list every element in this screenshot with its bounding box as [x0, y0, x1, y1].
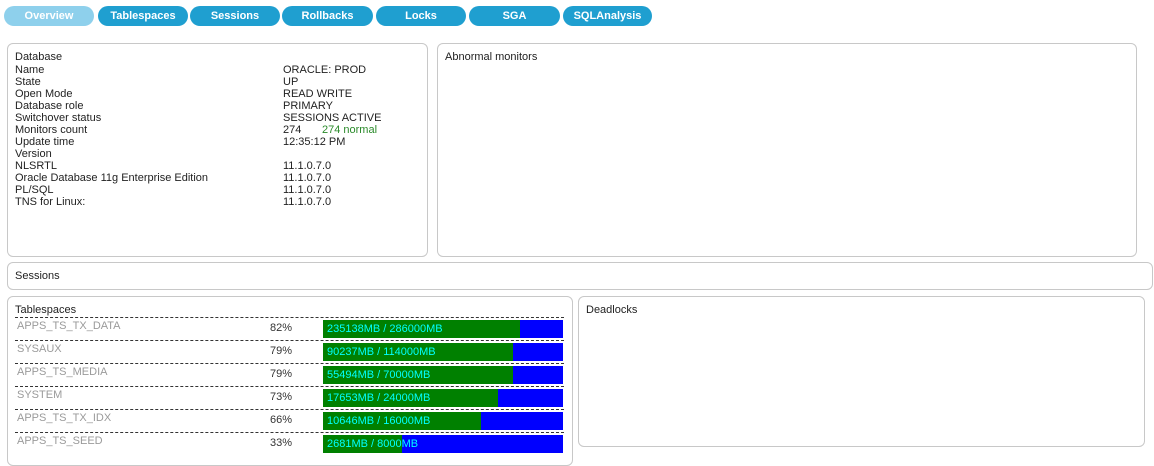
tablespace-row: APPS_TS_MEDIA 79% 55494MB / 70000MB [15, 363, 564, 386]
db-switchover-label: Switchover status [15, 112, 102, 124]
usage-bar: 17653MB / 24000MB [323, 389, 563, 407]
usage-bar: 235138MB / 286000MB [323, 320, 563, 338]
db-update-row: Update time 12:35:12 PM [15, 136, 415, 148]
tablespace-name: APPS_TS_MEDIA [17, 366, 108, 378]
tab-tablespaces[interactable]: Tablespaces [98, 6, 188, 26]
tab-sga[interactable]: SGA [469, 6, 560, 26]
tablespace-percent: 73% [270, 391, 293, 403]
db-version-value: 11.1.0.7.0 [283, 160, 332, 172]
db-role-value: PRIMARY [283, 100, 333, 112]
db-version-row: Version [15, 148, 415, 160]
usage-bar: 10646MB / 16000MB [323, 412, 563, 430]
deadlocks-panel: Deadlocks [578, 296, 1145, 447]
tablespaces-panel: Tablespaces APPS_TS_TX_DATA 82% 235138MB… [7, 296, 573, 466]
db-version-label: Version [15, 148, 52, 160]
tablespace-name: SYSAUX [17, 343, 62, 355]
tab-sessions[interactable]: Sessions [190, 6, 280, 26]
tablespace-row: APPS_TS_TX_IDX 66% 10646MB / 16000MB [15, 409, 564, 432]
tablespace-row: APPS_TS_SEED 33% 2681MB / 8000MB [15, 432, 564, 455]
db-open-mode-label: Open Mode [15, 88, 73, 100]
db-role-row: Database role PRIMARY [15, 100, 415, 112]
usage-text: 55494MB / 70000MB [327, 369, 431, 381]
usage-bar: 90237MB / 114000MB [323, 343, 563, 361]
db-version-value: 11.1.0.7.0 [283, 196, 332, 208]
sessions-title: Sessions [15, 270, 60, 282]
tablespaces-title: Tablespaces [15, 304, 77, 316]
db-update-label: Update time [15, 136, 75, 148]
usage-text: 90237MB / 114000MB [327, 346, 436, 358]
db-version-name: Oracle Database 11g Enterprise Edition [15, 172, 209, 184]
usage-bar: 55494MB / 70000MB [323, 366, 563, 384]
db-name-label: Name [15, 64, 45, 76]
db-monitors-normal: 274 normal [322, 124, 378, 136]
deadlocks-title: Deadlocks [586, 304, 638, 316]
db-version-name: PL/SQL [15, 184, 54, 196]
tablespace-name: APPS_TS_SEED [17, 435, 103, 447]
db-name-value: ORACLE: PROD [283, 64, 367, 76]
tablespace-row: SYSAUX 79% 90237MB / 114000MB [15, 340, 564, 363]
db-update-value: 12:35:12 PM [283, 136, 346, 148]
row-divider [15, 386, 564, 387]
db-version-value: 11.1.0.7.0 [283, 184, 332, 196]
tablespace-name: APPS_TS_TX_IDX [17, 412, 112, 424]
tab-overview[interactable]: Overview [4, 6, 94, 26]
database-title: Database [15, 51, 63, 63]
db-monitors-row: Monitors count 274 274 normal [15, 124, 415, 136]
row-divider [15, 317, 564, 318]
database-panel: Database Name ORACLE: PROD State UP Open… [7, 43, 428, 257]
db-version-item: NLSRTL 11.1.0.7.0 [15, 160, 415, 172]
db-version-item: TNS for Linux: 11.1.0.7.0 [15, 196, 415, 208]
db-open-mode-value: READ WRITE [283, 88, 353, 100]
tab-sqlanalysis[interactable]: SQLAnalysis [563, 6, 652, 26]
tab-locks[interactable]: Locks [376, 6, 466, 26]
db-switchover-value: SESSIONS ACTIVE [283, 112, 382, 124]
db-version-item: Oracle Database 11g Enterprise Edition 1… [15, 172, 415, 184]
db-state-value: UP [283, 76, 299, 88]
tablespace-row: SYSTEM 73% 17653MB / 24000MB [15, 386, 564, 409]
tablespace-name: SYSTEM [17, 389, 63, 401]
db-state-row: State UP [15, 76, 415, 88]
db-open-mode-row: Open Mode READ WRITE [15, 88, 415, 100]
tablespace-percent: 79% [270, 368, 293, 380]
db-version-name: TNS for Linux: [15, 196, 86, 208]
row-divider [15, 340, 564, 341]
usage-text: 10646MB / 16000MB [327, 415, 431, 427]
tablespace-percent: 33% [270, 437, 293, 449]
tablespace-percent: 79% [270, 345, 293, 357]
db-role-label: Database role [15, 100, 84, 112]
tablespace-name: APPS_TS_TX_DATA [17, 320, 121, 332]
db-version-item: PL/SQL 11.1.0.7.0 [15, 184, 415, 196]
usage-bar: 2681MB / 8000MB [323, 435, 563, 453]
db-version-value: 11.1.0.7.0 [283, 172, 332, 184]
db-version-name: NLSRTL [15, 160, 57, 172]
db-name-row: Name ORACLE: PROD [15, 64, 415, 76]
db-switchover-row: Switchover status SESSIONS ACTIVE [15, 112, 415, 124]
usage-text: 2681MB / 8000MB [327, 438, 419, 450]
tablespace-percent: 82% [270, 322, 293, 334]
db-monitors-label: Monitors count [15, 124, 88, 136]
tablespace-percent: 66% [270, 414, 293, 426]
db-state-label: State [15, 76, 41, 88]
abnormal-monitors-panel: Abnormal monitors [437, 43, 1137, 257]
usage-text: 17653MB / 24000MB [327, 392, 431, 404]
row-divider [15, 363, 564, 364]
sessions-panel[interactable]: Sessions [7, 262, 1153, 290]
row-divider [15, 409, 564, 410]
tablespace-row: APPS_TS_TX_DATA 82% 235138MB / 286000MB [15, 317, 564, 340]
row-divider [15, 432, 564, 433]
db-monitors-value: 274 [283, 124, 302, 136]
abnormal-monitors-title: Abnormal monitors [445, 51, 538, 63]
usage-text: 235138MB / 286000MB [327, 323, 443, 335]
tab-rollbacks[interactable]: Rollbacks [282, 6, 373, 26]
